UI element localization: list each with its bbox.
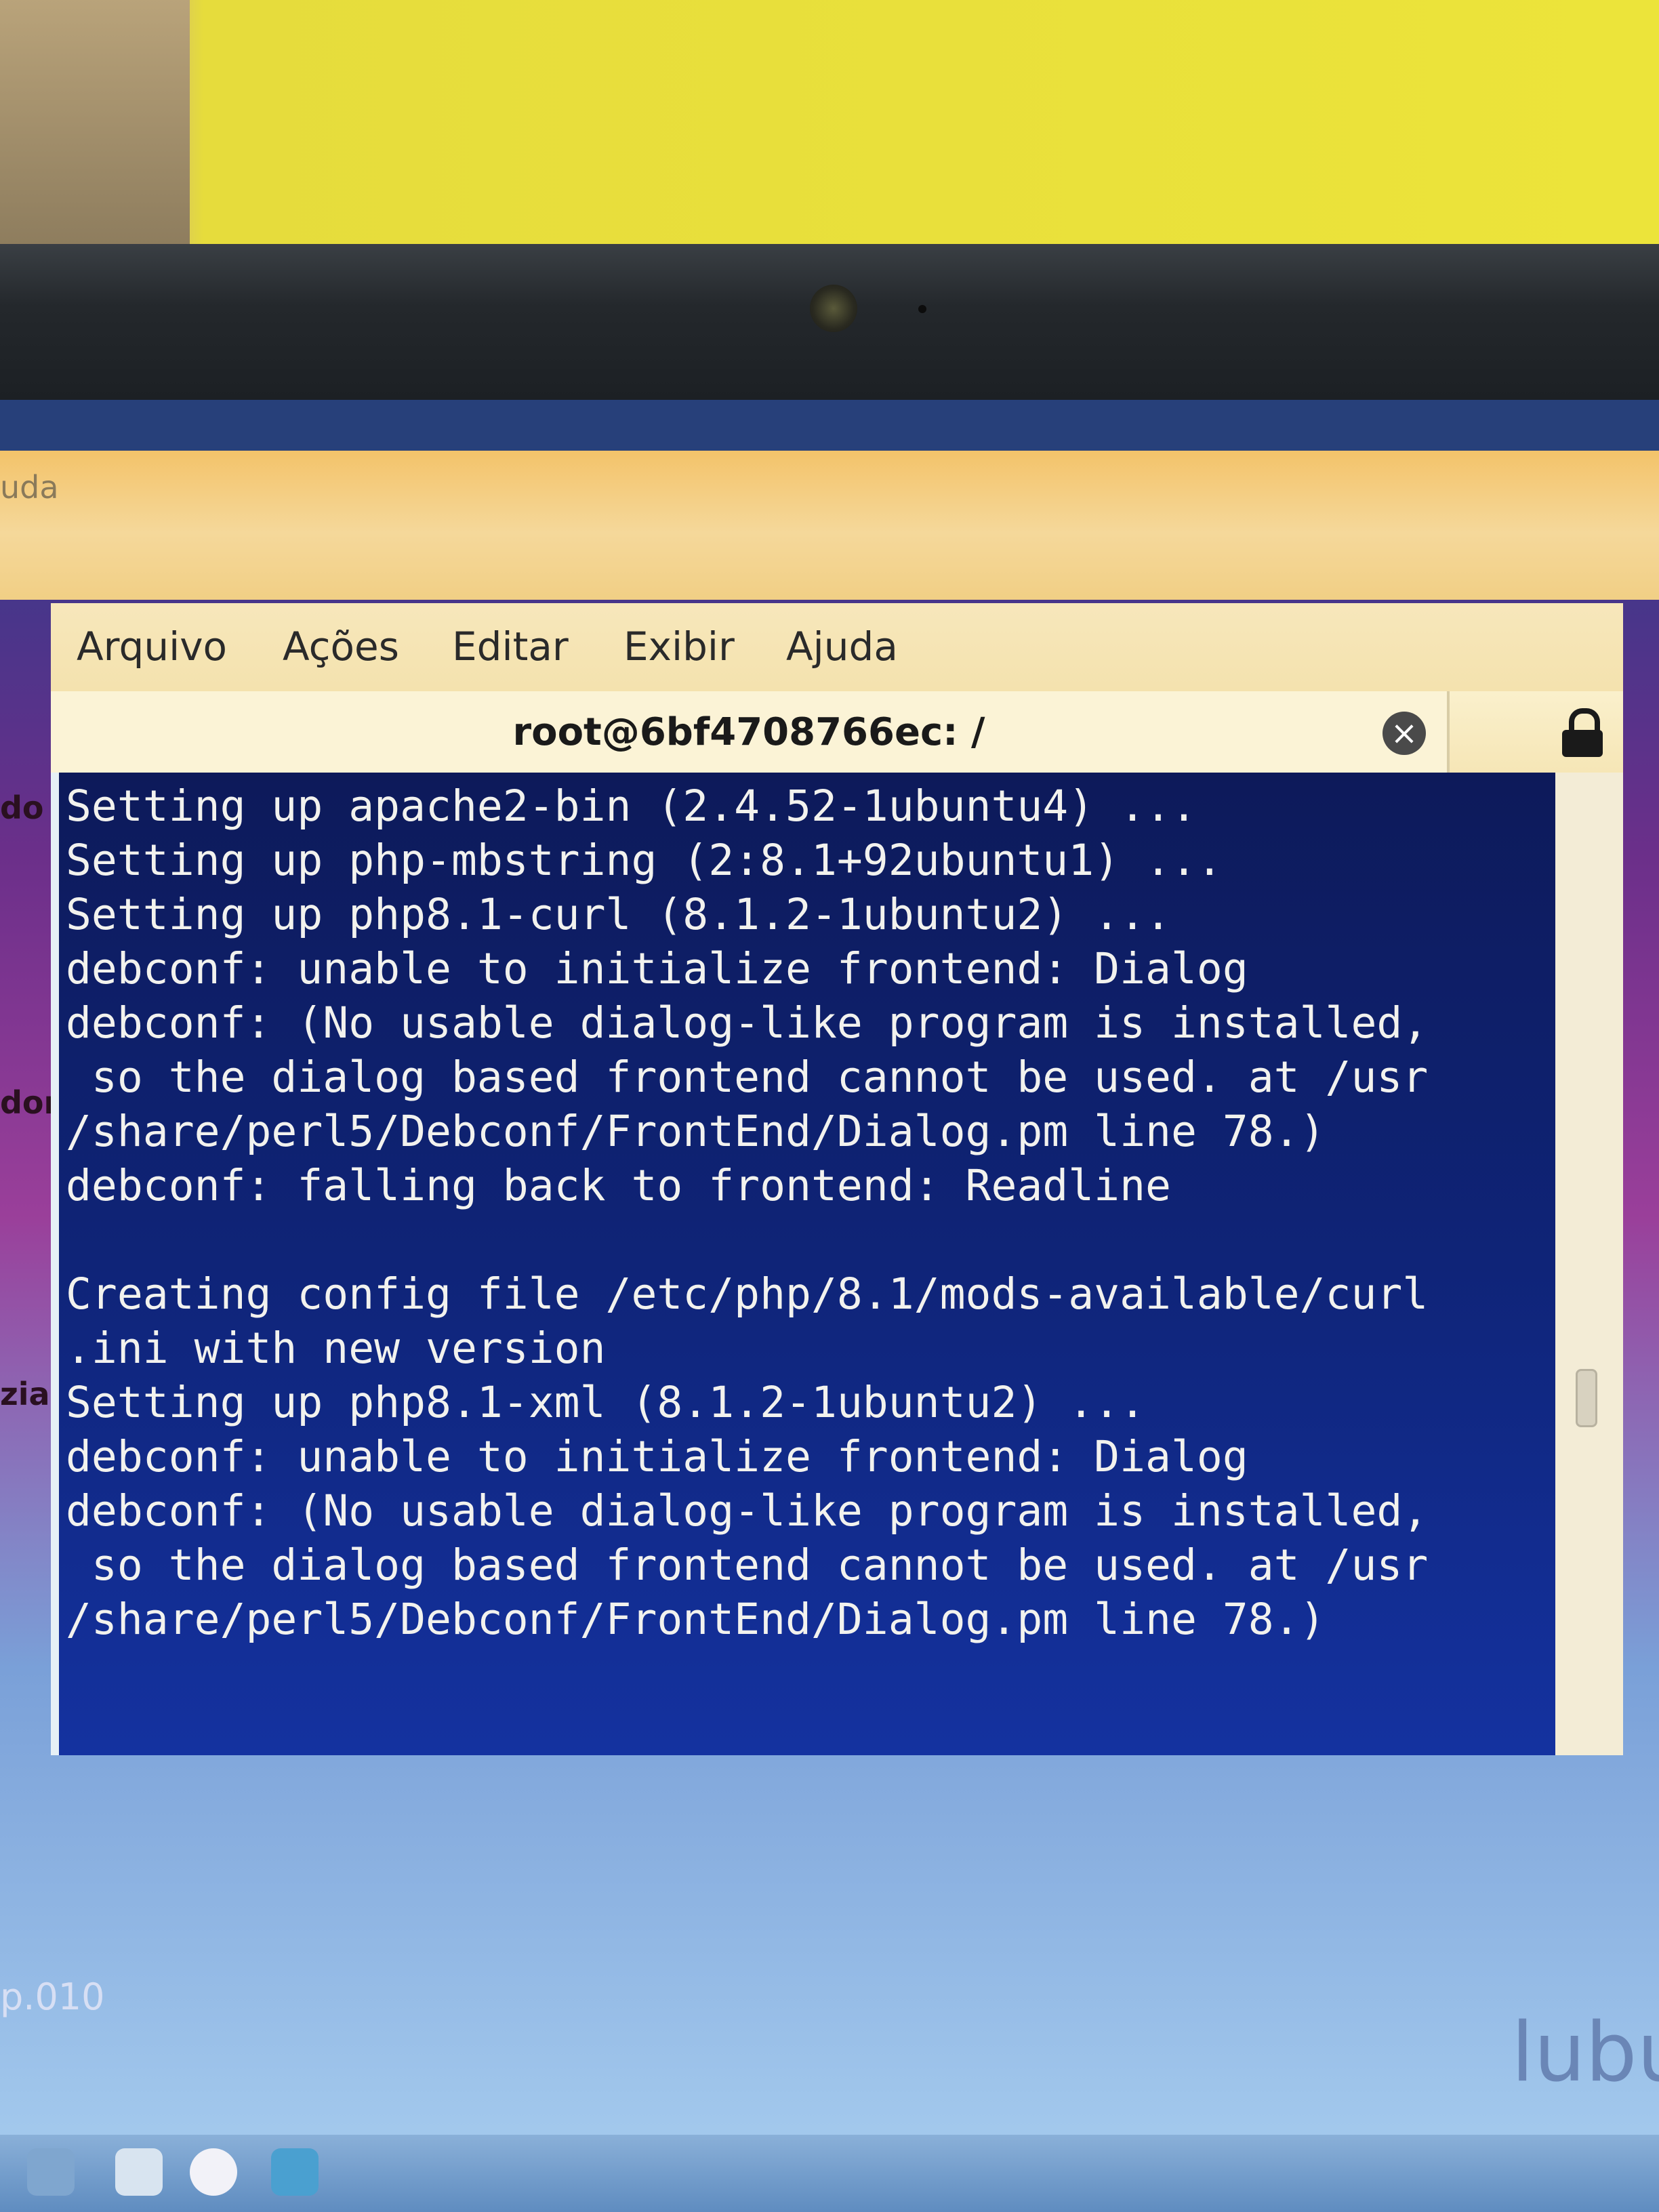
terminal-line: Setting up php8.1-xml (8.1.2-1ubuntu2) .… <box>66 1378 1146 1427</box>
scrollbar[interactable] <box>1555 773 1623 1755</box>
terminal-line: Setting up php-mbstring (2:8.1+92ubuntu1… <box>66 836 1223 885</box>
terminal-line: debconf: (No usable dialog-like program … <box>66 1486 1429 1536</box>
wall-background <box>0 0 1659 258</box>
terminal-line: Creating config file /etc/php/8.1/mods-a… <box>66 1269 1429 1319</box>
terminal-line: Setting up apache2-bin (2.4.52-1ubuntu4)… <box>66 781 1197 831</box>
terminal-line: debconf: unable to initialize frontend: … <box>66 1432 1248 1481</box>
terminal-line: so the dialog based frontend cannot be u… <box>66 1540 1429 1590</box>
wallpaper-brand-text: lubu <box>1511 2006 1659 2100</box>
webcam <box>810 285 857 332</box>
terminal-line: debconf: falling back to frontend: Readl… <box>66 1161 1171 1210</box>
tab-bar: root@6bf4708766ec: / × <box>51 691 1623 775</box>
side-label: do <box>0 790 44 826</box>
terminal-line: /share/perl5/Debconf/FrontEnd/Dialog.pm … <box>66 1107 1326 1156</box>
terminal-window[interactable]: Arquivo Ações Editar Exibir Ajuda root@6… <box>51 603 1623 1755</box>
background-window[interactable] <box>0 451 1659 600</box>
terminal-text: Setting up apache2-bin (2.4.52-1ubuntu4)… <box>59 773 1563 1647</box>
terminal-taskbar-icon[interactable] <box>271 2148 319 2196</box>
terminal-line: Setting up php8.1-curl (8.1.2-1ubuntu2) … <box>66 890 1171 939</box>
terminal-tab[interactable]: root@6bf4708766ec: / × <box>51 691 1450 773</box>
menu-bar: Arquivo Ações Editar Exibir Ajuda <box>51 603 1623 691</box>
file-manager-icon[interactable] <box>115 2148 163 2196</box>
menu-arquivo[interactable]: Arquivo <box>77 623 227 670</box>
lock-icon[interactable] <box>1562 708 1603 757</box>
menu-editar[interactable]: Editar <box>452 623 569 670</box>
terminal-line: debconf: (No usable dialog-like program … <box>66 998 1429 1048</box>
terminal-line: .ini with new version <box>66 1324 606 1373</box>
menu-exibir[interactable]: Exibir <box>623 623 735 670</box>
menu-acoes[interactable]: Ações <box>283 623 399 670</box>
browser-icon[interactable] <box>190 2148 237 2196</box>
terminal-output[interactable]: Setting up apache2-bin (2.4.52-1ubuntu4)… <box>51 773 1563 1755</box>
shelf-background <box>0 0 190 244</box>
terminal-line: /share/perl5/Debconf/FrontEnd/Dialog.pm … <box>66 1595 1326 1644</box>
close-icon[interactable]: × <box>1382 712 1426 755</box>
webcam-led <box>918 305 926 313</box>
scrollbar-thumb[interactable] <box>1576 1369 1597 1427</box>
menu-ajuda[interactable]: Ajuda <box>786 623 898 670</box>
version-text: p.010 <box>0 1975 105 2018</box>
tab-title: root@6bf4708766ec: / <box>512 710 985 754</box>
terminal-line: debconf: unable to initialize frontend: … <box>66 944 1248 994</box>
taskbar <box>0 2135 1659 2212</box>
background-window-title: uda <box>0 469 59 506</box>
menu-icon[interactable] <box>27 2148 75 2196</box>
terminal-line: so the dialog based frontend cannot be u… <box>66 1052 1429 1102</box>
